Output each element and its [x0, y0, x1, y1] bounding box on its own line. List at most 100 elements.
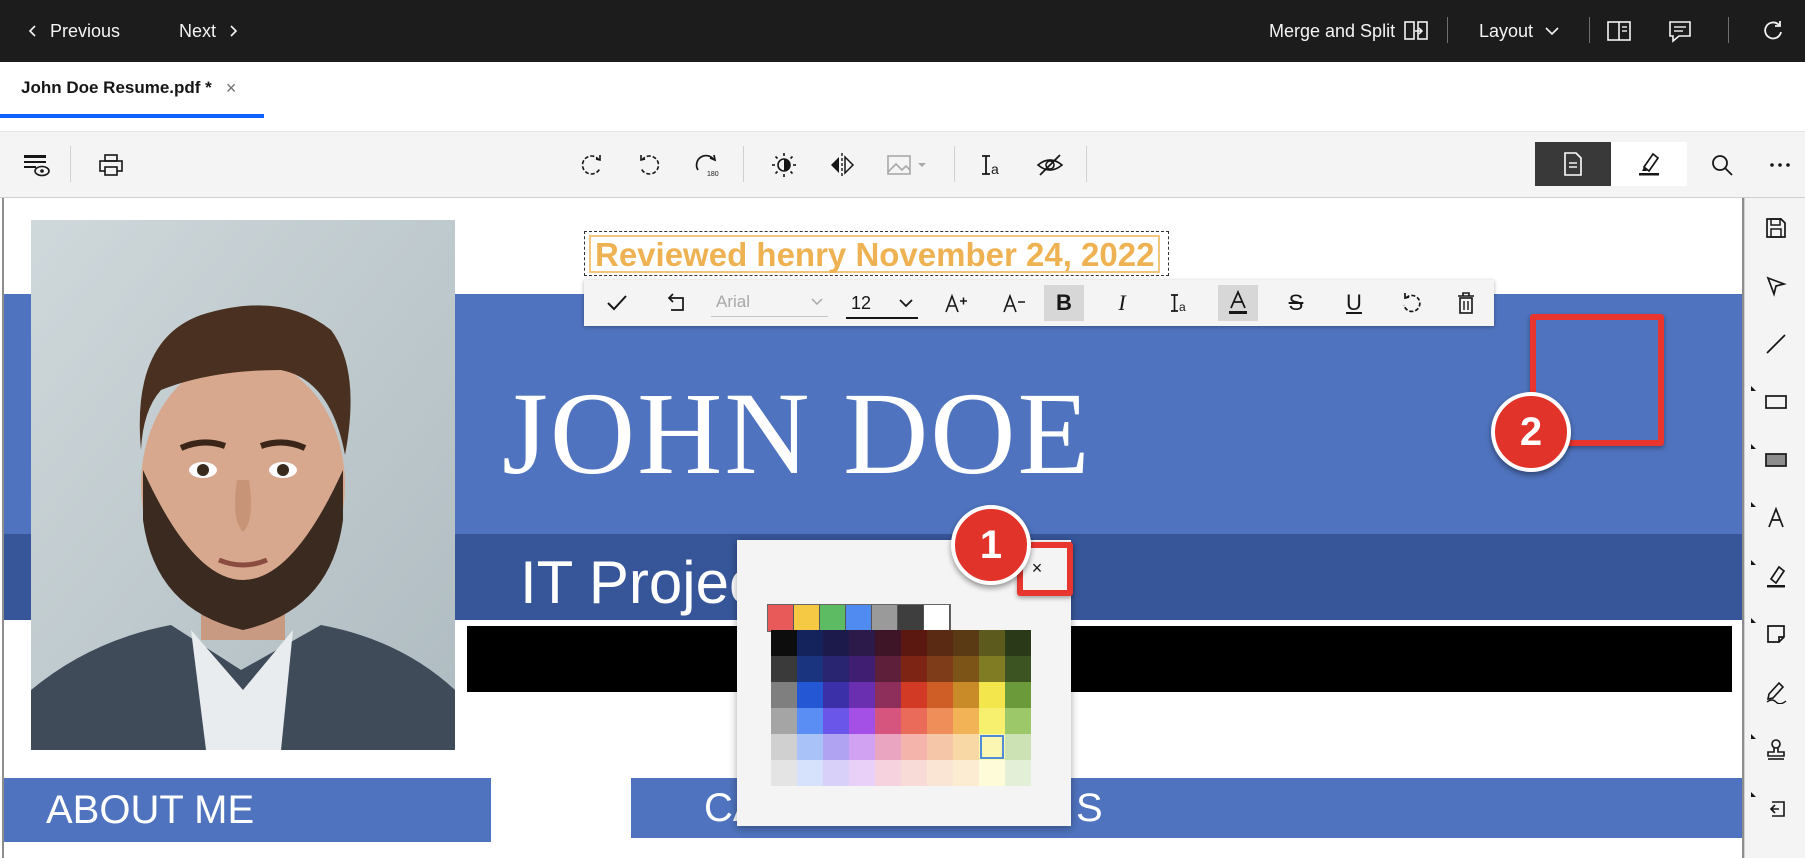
text-color-button[interactable]	[1218, 285, 1258, 321]
comments-button[interactable]	[1663, 14, 1697, 48]
color-swatch[interactable]	[979, 682, 1005, 708]
rotate-180-button[interactable]: 180	[689, 147, 725, 183]
color-swatch[interactable]	[823, 630, 849, 656]
view-mode-button[interactable]	[1535, 142, 1611, 186]
rectangle-tool-button[interactable]	[1760, 386, 1792, 418]
color-swatch[interactable]	[979, 760, 1005, 786]
color-swatch[interactable]	[979, 708, 1005, 734]
bold-button[interactable]: B	[1044, 285, 1084, 321]
line-tool-button[interactable]	[1760, 328, 1792, 360]
color-swatch[interactable]	[797, 760, 823, 786]
layout-dropdown[interactable]: Layout	[1479, 0, 1559, 62]
text-annotation-box[interactable]: Reviewed henry November 24, 2022	[584, 231, 1169, 276]
annotate-mode-button[interactable]	[1611, 142, 1687, 186]
color-swatch[interactable]	[771, 760, 797, 786]
brightness-button[interactable]	[766, 147, 802, 183]
recent-color-swatch[interactable]	[846, 605, 872, 631]
color-swatch[interactable]	[953, 760, 979, 786]
color-swatch[interactable]	[849, 656, 875, 682]
color-swatch[interactable]	[979, 734, 1005, 760]
tab-close-icon[interactable]: ×	[226, 78, 237, 99]
recent-color-swatch[interactable]	[924, 605, 950, 631]
color-swatch[interactable]	[953, 708, 979, 734]
color-swatch[interactable]	[797, 682, 823, 708]
color-swatch[interactable]	[953, 630, 979, 656]
refresh-button[interactable]	[1756, 14, 1790, 48]
color-swatch[interactable]	[797, 734, 823, 760]
color-swatch[interactable]	[849, 708, 875, 734]
color-swatch[interactable]	[927, 760, 953, 786]
italic-button[interactable]: I	[1102, 285, 1142, 321]
next-button[interactable]: Next	[179, 0, 240, 62]
merge-split-button[interactable]: Merge and Split	[1269, 0, 1429, 62]
color-swatch[interactable]	[849, 682, 875, 708]
redaction-bar[interactable]	[467, 626, 1732, 692]
strikethrough-button[interactable]: S	[1276, 285, 1316, 321]
hide-annotations-button[interactable]	[1032, 147, 1068, 183]
color-swatch[interactable]	[849, 630, 875, 656]
font-size-select[interactable]: 12	[846, 289, 918, 319]
color-swatch[interactable]	[901, 760, 927, 786]
decrease-font-button[interactable]	[994, 285, 1034, 321]
color-swatch[interactable]	[1005, 682, 1031, 708]
image-options-button[interactable]	[882, 147, 932, 183]
color-swatch[interactable]	[927, 734, 953, 760]
color-swatch[interactable]	[927, 656, 953, 682]
print-button[interactable]	[93, 147, 129, 183]
color-swatch[interactable]	[953, 656, 979, 682]
sticky-note-tool-button[interactable]	[1760, 618, 1792, 650]
color-swatch[interactable]	[927, 682, 953, 708]
color-swatch[interactable]	[823, 760, 849, 786]
confirm-button[interactable]	[597, 285, 637, 321]
stamp-tool-button[interactable]	[1760, 734, 1792, 766]
search-button[interactable]	[1704, 147, 1740, 183]
color-swatch[interactable]	[1005, 630, 1031, 656]
recent-color-swatch[interactable]	[872, 605, 898, 631]
more-options-button[interactable]	[1762, 147, 1798, 183]
color-swatch[interactable]	[1005, 656, 1031, 682]
view-options-button[interactable]	[18, 147, 54, 183]
color-swatch[interactable]	[771, 656, 797, 682]
panel-toggle-button[interactable]	[1602, 14, 1636, 48]
color-swatch[interactable]	[797, 656, 823, 682]
recent-color-swatch[interactable]	[768, 605, 794, 631]
increase-font-button[interactable]	[936, 285, 976, 321]
review-stamp-text[interactable]: Reviewed henry November 24, 2022	[589, 234, 1161, 273]
color-swatch[interactable]	[875, 708, 901, 734]
color-swatch[interactable]	[901, 708, 927, 734]
color-swatch[interactable]	[979, 630, 1005, 656]
flip-button[interactable]	[824, 147, 860, 183]
signature-tool-button[interactable]	[1760, 676, 1792, 708]
text-style-button[interactable]: a	[1160, 285, 1200, 321]
color-swatch[interactable]	[927, 708, 953, 734]
color-swatch[interactable]	[849, 760, 875, 786]
color-swatch[interactable]	[771, 734, 797, 760]
color-swatch[interactable]	[875, 734, 901, 760]
tab-john-doe-resume[interactable]: John Doe Resume.pdf * ×	[0, 62, 264, 118]
recent-color-swatch[interactable]	[898, 605, 924, 631]
color-swatch[interactable]	[823, 656, 849, 682]
recent-color-swatch[interactable]	[794, 605, 820, 631]
color-swatch[interactable]	[979, 656, 1005, 682]
underline-button[interactable]: U	[1334, 285, 1374, 321]
color-swatch[interactable]	[1005, 708, 1031, 734]
rotate-page-button[interactable]	[574, 147, 610, 183]
color-swatch[interactable]	[849, 734, 875, 760]
color-swatch[interactable]	[771, 682, 797, 708]
recent-color-swatch[interactable]	[820, 605, 846, 631]
color-swatch[interactable]	[953, 734, 979, 760]
color-swatch[interactable]	[823, 682, 849, 708]
reset-format-button[interactable]	[1392, 285, 1432, 321]
previous-button[interactable]: Previous	[26, 0, 120, 62]
color-swatch[interactable]	[797, 708, 823, 734]
color-swatch[interactable]	[901, 656, 927, 682]
select-tool-button[interactable]	[1760, 270, 1792, 302]
text-tool-button[interactable]	[1760, 502, 1792, 534]
color-swatch[interactable]	[771, 630, 797, 656]
color-swatch[interactable]	[771, 708, 797, 734]
rotate-left-button[interactable]	[631, 147, 667, 183]
save-button[interactable]	[1760, 212, 1792, 244]
color-swatch[interactable]	[1005, 734, 1031, 760]
color-swatch[interactable]	[1005, 760, 1031, 786]
font-family-select[interactable]: Arial	[711, 287, 828, 317]
